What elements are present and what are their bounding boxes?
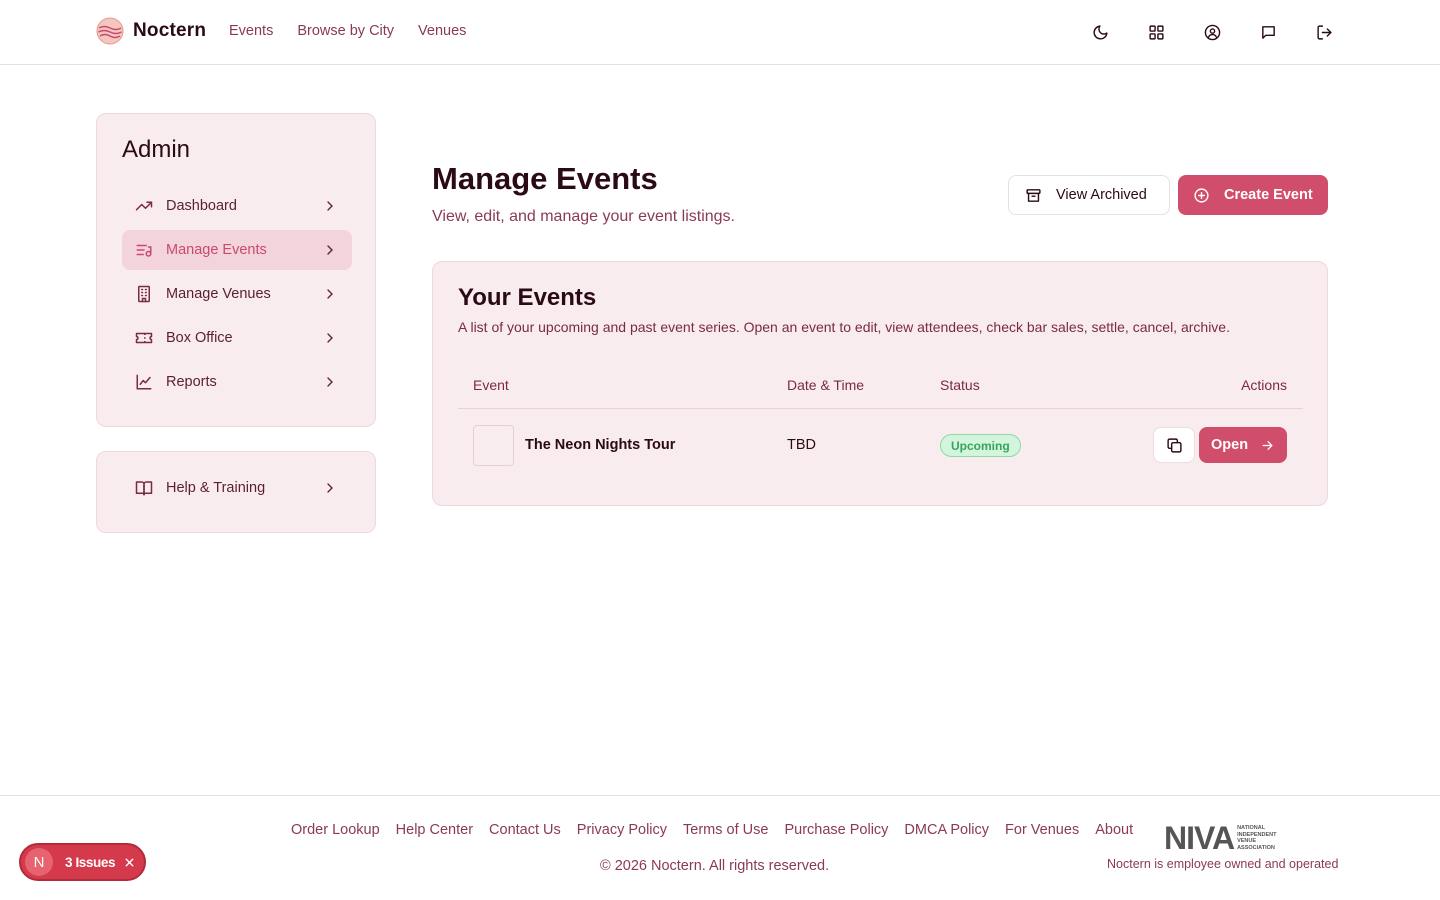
sidebar-item-label: Reports [166, 374, 217, 390]
footer: Order Lookup Help Center Contact Us Priv… [0, 795, 1440, 900]
footer-link-dmca-policy[interactable]: DMCA Policy [904, 822, 989, 838]
duplicate-event-button[interactable] [1153, 427, 1195, 463]
sidebar-item-label: Help & Training [166, 480, 266, 496]
sidebar-item-label: Dashboard [166, 198, 237, 214]
footer-links: Order Lookup Help Center Contact Us Priv… [291, 822, 1133, 838]
book-icon [134, 478, 154, 498]
issues-avatar: N [25, 848, 53, 876]
column-header-actions: Actions [1241, 377, 1287, 393]
nav-events[interactable]: Events [229, 23, 273, 39]
nav-venues[interactable]: Venues [418, 23, 466, 39]
event-date: TBD [787, 437, 816, 453]
trend-icon [134, 196, 154, 216]
view-archived-label: View Archived [1056, 187, 1147, 203]
header-actions [1088, 20, 1336, 44]
sidebar-item-dashboard[interactable]: Dashboard [122, 186, 352, 226]
open-event-button[interactable]: Open [1199, 427, 1287, 463]
chart-icon [134, 372, 154, 392]
sidebar-item-label: Manage Venues [166, 286, 271, 302]
grid-icon[interactable] [1144, 20, 1168, 44]
chevron-right-icon [322, 374, 338, 390]
chevron-right-icon [322, 198, 338, 214]
events-card-subtitle: A list of your upcoming and past event s… [458, 319, 1230, 335]
user-circle-icon[interactable] [1200, 20, 1224, 44]
copyright: © 2026 Noctern. All rights reserved. [600, 858, 830, 874]
footer-link-order-lookup[interactable]: Order Lookup [291, 822, 380, 838]
list-music-icon [134, 240, 154, 260]
issues-label: 3 Issues [65, 854, 116, 870]
chevron-right-icon [322, 330, 338, 346]
logout-icon[interactable] [1312, 20, 1336, 44]
admin-sidebar: Admin Dashboard Manage Events Manage Ven… [96, 113, 376, 427]
footer-link-for-venues[interactable]: For Venues [1005, 822, 1079, 838]
issues-indicator[interactable]: N 3 Issues [19, 843, 146, 881]
sidebar-title: Admin [122, 136, 191, 163]
column-header-date: Date & Time [787, 377, 865, 393]
open-label: Open [1211, 437, 1249, 453]
footer-link-help-center[interactable]: Help Center [396, 822, 473, 838]
sidebar-item-manage-venues[interactable]: Manage Venues [122, 274, 352, 314]
sidebar-item-reports[interactable]: Reports [122, 362, 352, 402]
noctern-logo-icon [96, 17, 124, 45]
footer-link-privacy-policy[interactable]: Privacy Policy [577, 822, 667, 838]
page-subtitle: View, edit, and manage your event listin… [432, 208, 735, 225]
niva-logo[interactable]: NIVA National Independent Venue Associat… [1164, 822, 1287, 854]
close-icon[interactable] [124, 857, 135, 868]
employee-owned-note: Noctern is employee owned and operated [1107, 857, 1339, 871]
message-icon[interactable] [1256, 20, 1280, 44]
event-name[interactable]: The Neon Nights Tour [525, 437, 675, 453]
create-event-button[interactable]: Create Event [1178, 175, 1328, 215]
sidebar-item-help-training[interactable]: Help & Training [122, 468, 352, 508]
ticket-icon [134, 328, 154, 348]
help-sidebar: Help & Training [96, 451, 376, 533]
sidebar-item-manage-events[interactable]: Manage Events [122, 230, 352, 270]
niva-text: National Independent Venue Association [1237, 825, 1277, 851]
status-badge: Upcoming [940, 434, 1021, 457]
copy-icon [1166, 437, 1182, 453]
footer-link-terms-of-use[interactable]: Terms of Use [683, 822, 768, 838]
event-thumbnail[interactable] [473, 425, 514, 466]
sidebar-item-box-office[interactable]: Box Office [122, 318, 352, 358]
plus-circle-icon [1194, 187, 1209, 203]
events-card-title: Your Events [458, 284, 597, 311]
view-archived-button[interactable]: View Archived [1008, 175, 1170, 215]
chevron-right-icon [322, 286, 338, 302]
footer-link-about[interactable]: About [1095, 822, 1133, 838]
sidebar-item-label: Box Office [166, 330, 233, 346]
arrow-right-icon [1262, 440, 1273, 450]
top-navbar: Noctern Events Browse by City Venues [0, 0, 1440, 65]
footer-link-contact-us[interactable]: Contact Us [489, 822, 561, 838]
table-divider [458, 408, 1303, 409]
niva-mark: NIVA [1164, 820, 1235, 856]
footer-link-purchase-policy[interactable]: Purchase Policy [784, 822, 888, 838]
page-title: Manage Events [432, 161, 658, 196]
sidebar-item-label: Manage Events [166, 242, 267, 258]
brand[interactable]: Noctern [96, 17, 206, 45]
moon-icon[interactable] [1088, 20, 1112, 44]
column-header-event: Event [473, 377, 509, 393]
create-event-label: Create Event [1224, 187, 1313, 203]
brand-name: Noctern [133, 20, 207, 41]
nav-browse-by-city[interactable]: Browse by City [297, 23, 394, 39]
chevron-right-icon [322, 242, 338, 258]
your-events-card: Your Events A list of your upcoming and … [432, 261, 1328, 506]
column-header-status: Status [940, 377, 980, 393]
chevron-right-icon [322, 480, 338, 496]
archive-icon [1026, 188, 1041, 202]
main-nav: Events Browse by City Venues [229, 23, 466, 39]
building-icon [134, 284, 154, 304]
